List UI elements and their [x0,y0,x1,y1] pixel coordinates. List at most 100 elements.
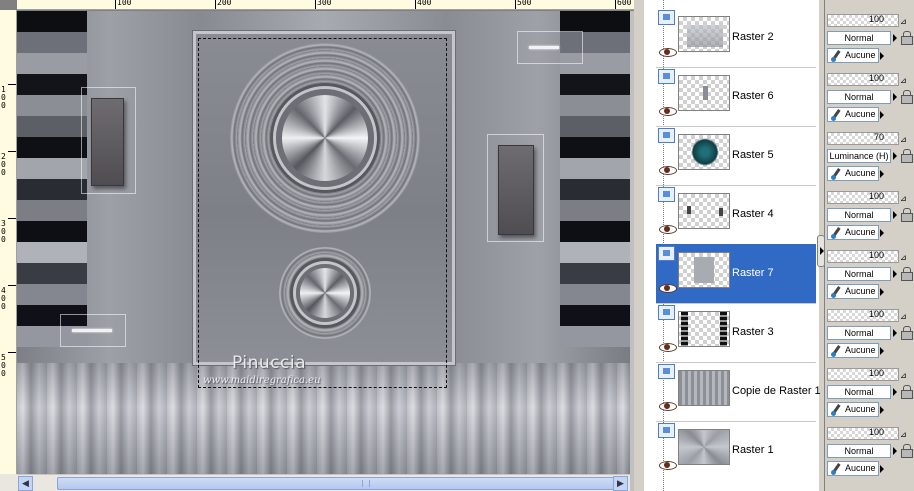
mask-dropdown-icon[interactable] [880,465,884,473]
blend-mode-select[interactable]: Normal [827,326,891,340]
visibility-eye-icon[interactable] [659,46,677,57]
visibility-eye-icon[interactable] [659,341,677,352]
lock-icon[interactable] [901,385,913,399]
layer-name[interactable]: Raster 6 [732,90,774,102]
layer-row[interactable]: Raster 3 [656,303,816,362]
ruler-label: 400 [1,286,6,311]
selection-marquee[interactable] [198,38,447,388]
mask-select[interactable]: Aucune [827,225,879,240]
opacity-arrow-icon[interactable]: ⊿ [900,371,907,380]
visibility-eye-icon[interactable] [659,459,677,470]
lock-icon[interactable] [901,31,913,45]
document-image[interactable]: Pinuccia www.maidiregrafica.eu [17,11,630,474]
blend-mode-select[interactable]: Normal [827,90,891,104]
opacity-arrow-icon[interactable]: ⊿ [900,194,907,203]
mask-select[interactable]: Aucune [827,343,879,358]
blend-mode-select[interactable]: Normal [827,385,891,399]
opacity-slider[interactable]: 100 [827,309,899,322]
opacity-arrow-icon[interactable]: ⊿ [900,135,907,144]
visibility-eye-icon[interactable] [659,223,677,234]
ruler-top: 100 200 300 400 500 600 [17,0,634,10]
mask-select[interactable]: Aucune [827,166,879,181]
opacity-arrow-icon[interactable]: ⊿ [900,430,907,439]
mask-dropdown-icon[interactable] [880,52,884,60]
layer-row[interactable]: Raster 6 [656,67,816,126]
visibility-eye-icon[interactable] [659,400,677,411]
mask-dropdown-icon[interactable] [880,347,884,355]
opacity-slider[interactable]: 100 [827,14,899,27]
opacity-arrow-icon[interactable]: ⊿ [900,253,907,262]
blend-dropdown-icon[interactable] [893,388,897,396]
layer-name[interactable]: Copie de Raster 1 [732,385,821,397]
layer-thumbnail [678,429,730,465]
mask-select[interactable]: Aucune [827,107,879,122]
brush-icon [830,404,842,416]
blend-mode-select[interactable]: Normal [827,267,891,281]
blend-dropdown-icon[interactable] [893,152,897,160]
opacity-arrow-icon[interactable]: ⊿ [900,312,907,321]
splitter-toggle-button[interactable] [817,235,825,267]
visibility-eye-icon[interactable] [659,282,677,293]
blend-dropdown-icon[interactable] [893,93,897,101]
layer-properties: 100 ⊿ Normal Aucune [827,180,914,240]
layer-name[interactable]: Raster 1 [732,444,774,456]
lock-icon[interactable] [901,208,913,222]
mask-select[interactable]: Aucune [827,48,879,63]
layer-name[interactable]: Raster 4 [732,208,774,220]
opacity-slider[interactable]: 100 [827,191,899,204]
blend-mode-select[interactable]: Normal [827,208,891,222]
layer-row[interactable]: Raster 1 [656,421,816,480]
blend-mode-select[interactable]: Normal [827,444,891,458]
layer-name[interactable]: Raster 5 [732,149,774,161]
ruler-left: 100 200 300 400 500 [0,10,17,474]
canvas-window[interactable]: 100 200 300 400 500 600 100 200 300 400 … [0,0,634,491]
lock-icon[interactable] [901,90,913,104]
mask-select[interactable]: Aucune [827,284,879,299]
ruler-label: 500 [1,353,6,378]
mask-label: Aucune [845,227,876,237]
visibility-eye-icon[interactable] [659,105,677,116]
opacity-slider[interactable]: 100 [827,368,899,381]
raster-layer-icon [658,128,675,143]
mask-select[interactable]: Aucune [827,402,879,417]
lock-icon[interactable] [901,444,913,458]
mask-dropdown-icon[interactable] [880,288,884,296]
opacity-arrow-icon[interactable]: ⊿ [900,76,907,85]
opacity-slider[interactable]: 70 [827,132,899,145]
visibility-eye-icon[interactable] [659,164,677,175]
blend-dropdown-icon[interactable] [893,329,897,337]
blend-mode-select[interactable]: Normal [827,31,891,45]
scroll-left-button[interactable]: ◀ [18,476,33,491]
horizontal-scrollbar[interactable]: ◀ ▶ [17,474,630,491]
mask-dropdown-icon[interactable] [880,170,884,178]
opacity-slider[interactable]: 100 [827,73,899,86]
opacity-arrow-icon[interactable]: ⊿ [900,17,907,26]
layer-row[interactable]: Raster 4 [656,185,816,244]
opacity-value: 70 [873,132,884,142]
scroll-right-button[interactable]: ▶ [613,476,628,491]
opacity-value: 100 [868,368,884,378]
lock-icon[interactable] [901,267,913,281]
layer-row[interactable]: Raster 5 [656,126,816,185]
blend-dropdown-icon[interactable] [893,270,897,278]
layer-row[interactable]: Raster 2 [656,8,816,67]
mask-dropdown-icon[interactable] [880,406,884,414]
lock-icon[interactable] [901,149,913,163]
blend-dropdown-icon[interactable] [893,447,897,455]
opacity-slider[interactable]: 100 [827,250,899,263]
layer-name[interactable]: Raster 7 [732,267,774,279]
layer-name[interactable]: Raster 2 [732,31,774,43]
opacity-slider[interactable]: 100 [827,427,899,440]
mask-dropdown-icon[interactable] [880,111,884,119]
blend-mode-select[interactable]: Luminance (H) [827,149,891,163]
lock-icon[interactable] [901,326,913,340]
layer-row-selected[interactable]: Raster 7 [656,244,816,303]
scroll-thumb[interactable] [57,477,617,490]
mask-select[interactable]: Aucune [827,461,879,476]
mask-dropdown-icon[interactable] [880,229,884,237]
layer-row[interactable]: Copie de Raster 1 [656,362,821,421]
layer-properties: 100 ⊿ Normal Aucune [827,3,914,63]
layer-name[interactable]: Raster 3 [732,326,774,338]
blend-dropdown-icon[interactable] [893,211,897,219]
blend-dropdown-icon[interactable] [893,34,897,42]
